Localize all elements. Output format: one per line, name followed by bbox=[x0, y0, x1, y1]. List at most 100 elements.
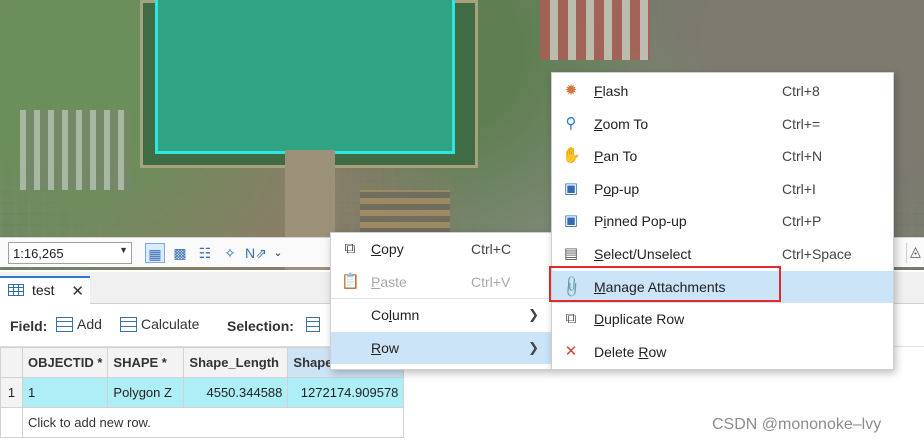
menu-item-label-mnemonic: o bbox=[603, 180, 612, 197]
menu-item-pinned-pop-up[interactable]: ▣ Pinned Pop-up Ctrl+P bbox=[552, 205, 893, 238]
menu-item-shortcut: Ctrl+N bbox=[782, 148, 823, 165]
add-new-row-text[interactable]: Click to add new row. bbox=[21, 407, 405, 438]
selection-label: Selection: bbox=[227, 318, 294, 334]
menu-item-label: Pinned Pop-up bbox=[594, 213, 687, 229]
navigator-icon[interactable]: ✧ bbox=[220, 243, 240, 263]
cell-shape-length[interactable]: 4550.344588 bbox=[183, 377, 289, 408]
delete-icon: ✕ bbox=[564, 342, 578, 360]
menu-item-copy[interactable]: ⧉ Copy Ctrl+C bbox=[331, 233, 551, 266]
menu-item-label-rest: ow bbox=[381, 339, 400, 356]
menu-item-label: Column bbox=[371, 307, 419, 323]
row-header-corner[interactable] bbox=[0, 347, 23, 378]
menu-item-shortcut: Ctrl+Space bbox=[782, 245, 852, 262]
zoom-icon: ⚲ bbox=[565, 114, 577, 132]
calculate-field-label: Calculate bbox=[141, 316, 200, 332]
tab-test[interactable]: test ✕ bbox=[0, 276, 90, 304]
column-header-shape[interactable]: SHAPE * bbox=[107, 347, 185, 378]
chevron-right-icon: ❯ bbox=[528, 339, 539, 355]
cell-objectid[interactable]: 1 bbox=[21, 377, 109, 408]
cell-shape[interactable]: Polygon Z bbox=[107, 377, 185, 408]
add-field-icon bbox=[56, 317, 73, 332]
row-number[interactable]: 1 bbox=[0, 377, 23, 408]
copy-icon: ⧉ bbox=[344, 240, 356, 257]
menu-item-pop-up[interactable]: ▣ Pop-up Ctrl+I bbox=[552, 173, 893, 206]
cell-shape-area[interactable]: 1272174.909578 bbox=[287, 377, 405, 408]
menu-item-label-rest: elect/Unselect bbox=[603, 245, 692, 262]
menu-item-label-start: P bbox=[594, 180, 604, 197]
menu-item-manage-attachments[interactable]: 📎 Manage Attachments bbox=[552, 270, 893, 304]
fixed-extent-icon[interactable]: ▦ bbox=[145, 243, 165, 263]
north-arrow-icon[interactable]: N⇗ bbox=[245, 243, 267, 263]
menu-item-label: Pan To bbox=[594, 148, 637, 164]
map-imagery-buildings bbox=[20, 110, 130, 190]
table-row[interactable]: 1 1 Polygon Z 4550.344588 1272174.909578 bbox=[0, 377, 405, 408]
close-icon[interactable]: ✕ bbox=[71, 282, 84, 300]
menu-item-label-rest: umn bbox=[392, 307, 420, 324]
menu-item-label-rest: an To bbox=[603, 148, 638, 165]
menu-item-label-mnemonic: F bbox=[594, 83, 603, 99]
scale-value: 1:16,265 bbox=[13, 246, 64, 261]
add-field-button[interactable]: Add bbox=[56, 316, 102, 332]
grid-icon[interactable]: ▩ bbox=[170, 243, 190, 263]
menu-item-label: Copy bbox=[371, 241, 404, 257]
select-by-attributes-button[interactable] bbox=[306, 316, 324, 332]
paste-icon: 📋 bbox=[341, 272, 360, 290]
menu-item-label: Delete Row bbox=[594, 344, 666, 360]
menu-item-label-mnemonic: Z bbox=[594, 115, 603, 132]
menu-item-select-unselect[interactable]: ▤ Select/Unselect Ctrl+Space bbox=[552, 238, 893, 271]
menu-item-label-mnemonic: R bbox=[638, 343, 649, 360]
menu-item-label-mnemonic: C bbox=[371, 241, 382, 257]
pan-hand-icon: ✋ bbox=[562, 147, 581, 165]
calculate-icon bbox=[120, 317, 137, 332]
calculate-field-button[interactable]: Calculate bbox=[120, 316, 199, 332]
menu-item-label-mnemonic: S bbox=[594, 245, 604, 262]
menu-item-label-rest: anage Attachments bbox=[605, 278, 726, 295]
menu-item-label-mnemonic: P bbox=[371, 273, 381, 290]
add-new-row[interactable]: Click to add new row. bbox=[0, 407, 405, 438]
menu-item-shortcut: Ctrl+V bbox=[471, 273, 511, 290]
menu-item-label: Zoom To bbox=[594, 116, 648, 132]
menu-item-label-start: P bbox=[594, 213, 604, 230]
flash-icon: ✹ bbox=[564, 82, 578, 99]
menu-item-flash[interactable]: ✹ Flash Ctrl+8 bbox=[552, 75, 893, 108]
menu-item-label-mnemonic: M bbox=[594, 278, 606, 295]
scale-combo[interactable]: 1:16,265 ▼ bbox=[8, 242, 132, 264]
menu-item-pan-to[interactable]: ✋ Pan To Ctrl+N bbox=[552, 140, 893, 173]
menu-item-label-rest: nned Pop-up bbox=[606, 213, 687, 230]
menu-item-label: Row bbox=[371, 340, 399, 356]
menu-item-label-mnemonic: R bbox=[371, 339, 382, 356]
panel-edge-icon[interactable]: ◬ bbox=[906, 243, 924, 263]
menu-item-label-mnemonic: P bbox=[594, 148, 604, 165]
popup-icon: ▣ bbox=[563, 179, 579, 197]
menu-item-label-mnemonic: D bbox=[594, 311, 605, 328]
menu-item-label-rest: aste bbox=[380, 273, 407, 290]
menu-item-paste[interactable]: 📋 Paste Ctrl+V bbox=[331, 266, 551, 299]
chevron-right-icon: ❯ bbox=[528, 307, 539, 323]
chevron-down-icon[interactable]: ▼ bbox=[119, 245, 128, 255]
menu-item-shortcut: Ctrl+= bbox=[782, 115, 821, 132]
menu-item-column[interactable]: Column ❯ bbox=[331, 299, 551, 332]
chevron-down-icon[interactable]: ⌄ bbox=[268, 243, 288, 263]
menu-item-label-start: Delete bbox=[594, 343, 639, 360]
tab-label: test bbox=[32, 282, 55, 298]
duplicate-icon: ⧉ bbox=[565, 310, 577, 328]
snapping-icon[interactable]: ☷ bbox=[195, 243, 215, 263]
menu-item-label-rest: lash bbox=[602, 83, 629, 99]
menu-item-label-start: Co bbox=[371, 307, 389, 324]
menu-item-shortcut: Ctrl+C bbox=[471, 241, 512, 257]
menu-item-duplicate-row[interactable]: ⧉ Duplicate Row bbox=[552, 303, 893, 336]
column-header-shape-length[interactable]: Shape_Length bbox=[183, 347, 289, 378]
column-header-objectid[interactable]: OBJECTID * bbox=[21, 347, 109, 378]
menu-item-label-rest: p-up bbox=[611, 180, 640, 197]
selected-polygon-feature[interactable] bbox=[155, 0, 455, 154]
row-submenu: ✹ Flash Ctrl+8 ⚲ Zoom To Ctrl+= ✋ Pan To… bbox=[551, 72, 894, 370]
menu-item-shortcut: Ctrl+I bbox=[782, 180, 816, 197]
menu-item-delete-row[interactable]: ✕ Delete Row bbox=[552, 336, 893, 369]
menu-item-label-rest: uplicate Row bbox=[604, 311, 685, 328]
field-label: Field: bbox=[10, 318, 48, 334]
menu-item-label: Duplicate Row bbox=[594, 311, 684, 327]
menu-item-row[interactable]: Row ❯ bbox=[331, 331, 551, 365]
menu-item-label-rest: opy bbox=[381, 241, 404, 257]
map-imagery-buildings bbox=[540, 0, 650, 60]
menu-item-zoom-to[interactable]: ⚲ Zoom To Ctrl+= bbox=[552, 108, 893, 141]
